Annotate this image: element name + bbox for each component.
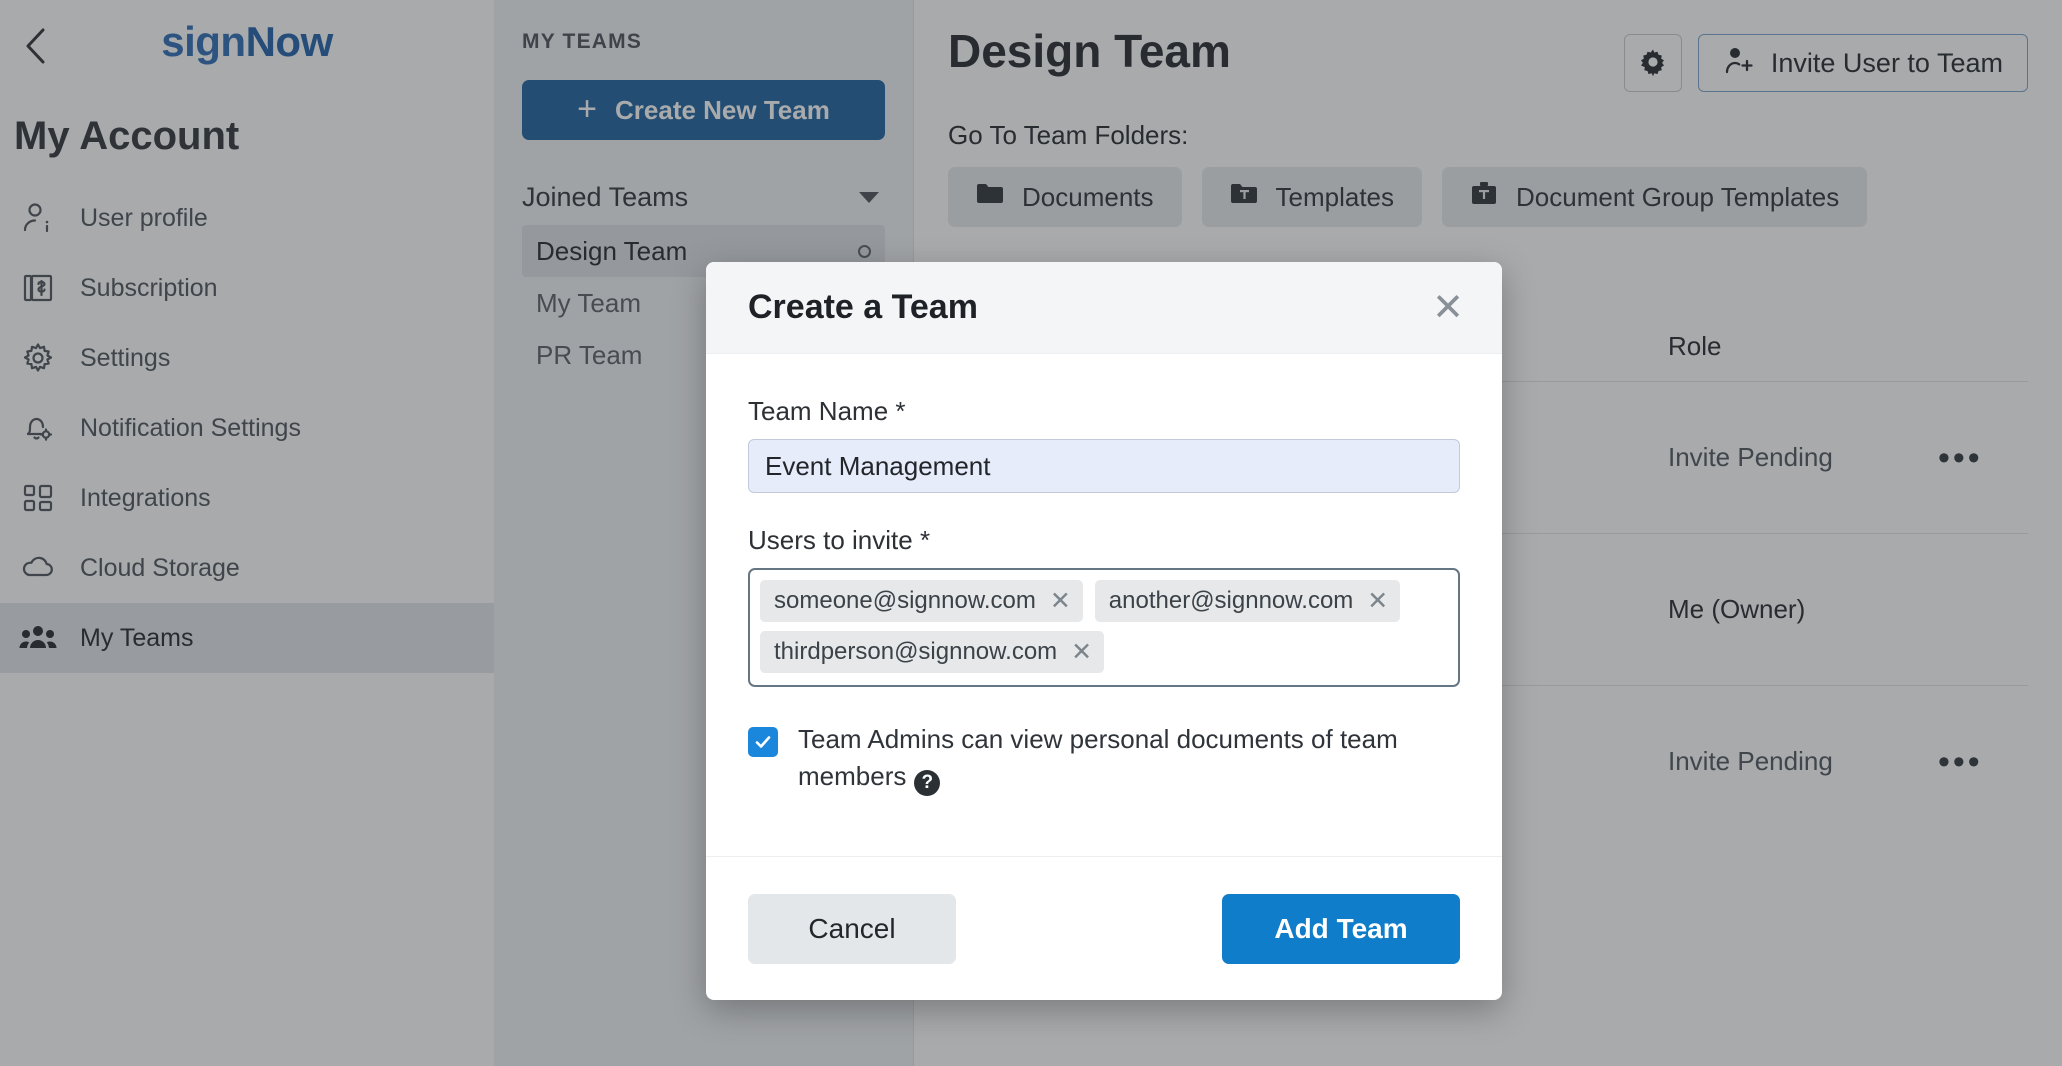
app-root: signNow My Account User profile — [0, 0, 2062, 1066]
close-icon[interactable]: ✕ — [1071, 640, 1092, 665]
team-name-label: Team Name * — [748, 396, 1460, 427]
team-name-input[interactable]: Event Management — [748, 439, 1460, 493]
close-icon[interactable]: ✕ — [1367, 589, 1388, 614]
email-chip-label: someone@signnow.com — [774, 587, 1036, 615]
cancel-button[interactable]: Cancel — [748, 894, 956, 964]
email-chip[interactable]: thirdperson@signnow.com ✕ — [760, 631, 1104, 673]
question-mark-icon[interactable]: ? — [914, 770, 940, 796]
create-team-modal: Create a Team ✕ Team Name * Event Manage… — [706, 262, 1502, 1000]
users-to-invite-input[interactable]: someone@signnow.com ✕ another@signnow.co… — [748, 568, 1460, 687]
admin-view-documents-checkbox[interactable] — [748, 727, 778, 757]
email-chip-label: another@signnow.com — [1109, 587, 1354, 615]
admin-view-documents-label: Team Admins can view personal documents … — [798, 721, 1418, 796]
add-team-button[interactable]: Add Team — [1222, 894, 1460, 964]
modal-header: Create a Team ✕ — [706, 262, 1502, 354]
email-chip[interactable]: another@signnow.com ✕ — [1095, 580, 1400, 622]
modal-body: Team Name * Event Management Users to in… — [706, 354, 1502, 856]
modal-title: Create a Team — [748, 288, 978, 327]
modal-footer: Cancel Add Team — [706, 856, 1502, 1000]
checkbox-text: Team Admins can view personal documents … — [798, 724, 1398, 791]
email-chip-label: thirdperson@signnow.com — [774, 638, 1057, 666]
close-icon[interactable]: ✕ — [1050, 589, 1071, 614]
close-icon[interactable]: ✕ — [1432, 289, 1464, 327]
admin-view-documents-row[interactable]: Team Admins can view personal documents … — [748, 721, 1460, 796]
email-chip[interactable]: someone@signnow.com ✕ — [760, 580, 1083, 622]
users-to-invite-label: Users to invite * — [748, 525, 1460, 556]
